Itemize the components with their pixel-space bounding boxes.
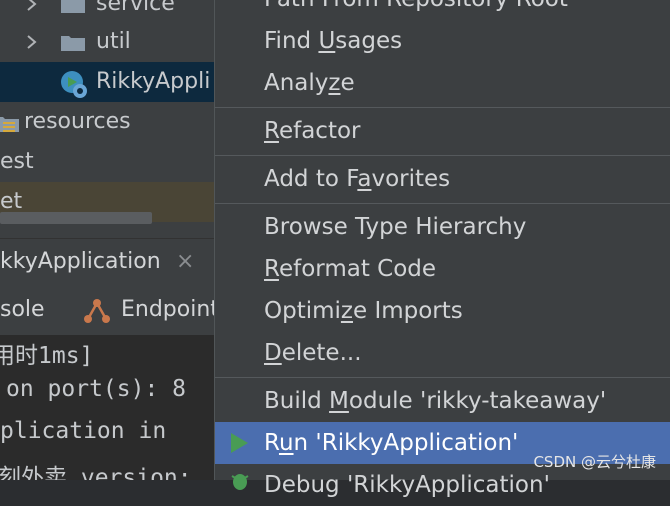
menu-item-add-to-favorites[interactable]: Add to Favorites [215,158,670,200]
label-part: Browse Type Hierarchy [264,214,527,240]
label-part: Optimi [264,298,341,324]
mnemonic: R [264,118,279,144]
mnemonic: R [264,256,279,282]
label-part: Find [264,28,319,54]
run-tab-label[interactable]: kkyApplication [0,239,161,285]
run-icon [231,433,248,453]
tree-item-rikky-application[interactable]: RikkyAppli [0,62,214,102]
mnemonic: z [340,298,353,324]
tree-item-label: resources [24,109,131,134]
tree-item-label: RikkyAppli [96,69,211,94]
close-icon[interactable]: × [176,239,196,285]
label-part: odule 'rikky-takeaway' [348,388,607,414]
folder-icon [61,0,85,13]
menu-item-label: Path From Repository Root [264,0,568,20]
resources-folder-icon [0,117,19,132]
label-part: Build [264,388,330,414]
menu-item-delete[interactable]: Delete... [215,332,670,374]
mnemonic: D [264,340,282,366]
menu-item-browse-type-hierarchy[interactable]: Browse Type Hierarchy [215,206,670,248]
chevron-right-icon[interactable] [24,22,40,62]
project-panel: service util RikkyAppli resources est et… [0,0,214,480]
console-line: 用时1ms] [0,343,94,369]
tree-item-label: util [96,29,131,54]
label-part: e [340,70,355,96]
tree-item-test[interactable]: est [0,142,214,182]
horizontal-scrollbar[interactable] [0,212,152,224]
tab-endpoints[interactable]: Endpoint [121,285,214,335]
menu-separator [215,203,670,204]
console-line: 刻外卖 version: [0,465,192,480]
context-menu: Path From Repository Root Find Usages An… [214,0,670,498]
menu-item-reformat-code[interactable]: Reformat Code [215,248,670,290]
label-part: eformat Code [278,256,437,282]
label-part: vorites [371,166,451,192]
tree-item-resources[interactable]: resources [0,102,214,142]
tab-console[interactable]: sole [0,285,45,335]
mnemonic: z [328,70,341,96]
label-part: R [264,430,279,456]
mnemonic: u [278,430,294,456]
label-part: e Imports [352,298,463,324]
menu-separator [215,155,670,156]
label-part: sages [335,28,403,54]
console-line: plication in [0,418,167,444]
label-part: efactor [278,118,361,144]
menu-item-analyze[interactable]: Analyze [215,62,670,104]
label-part: n 'RikkyApplication' [293,430,519,456]
label-part: Add to F [264,166,358,192]
menu-separator [215,377,670,378]
tree-item-label: est [0,149,34,174]
menu-item-label: Debug 'RikkyApplication' [264,472,550,498]
menu-item-refactor[interactable]: Refactor [215,110,670,152]
menu-item-find-usages[interactable]: Find Usages [215,20,670,62]
mnemonic: M [329,388,349,414]
label-part: Analy [264,70,329,96]
chevron-right-icon[interactable] [24,0,40,24]
mnemonic: a [357,166,372,192]
mnemonic: U [318,28,336,54]
tree-item-label: service [96,0,175,16]
menu-item-optimize-imports[interactable]: Optimize Imports [215,290,670,332]
label-part: elete... [281,340,362,366]
run-tab-bar: kkyApplication × [0,238,214,285]
menu-item-build-module[interactable]: Build Module 'rikky-takeaway' [215,380,670,422]
menu-item-path-from-repo-root[interactable]: Path From Repository Root [215,0,670,20]
folder-icon [61,36,85,51]
run-subtabs: sole Endpoint [0,285,214,336]
spring-class-icon [61,71,87,98]
tree-item-service[interactable]: service [0,0,214,24]
menu-separator [215,107,670,108]
endpoints-icon [84,299,110,323]
console-output[interactable]: 用时1ms] on port(s): 8 plication in 刻外卖 ve… [0,336,214,480]
console-line: on port(s): 8 [6,376,187,402]
debug-icon [231,474,249,490]
watermark: CSDN @云兮杜康 [533,453,656,471]
tree-item-util[interactable]: util [0,22,214,62]
